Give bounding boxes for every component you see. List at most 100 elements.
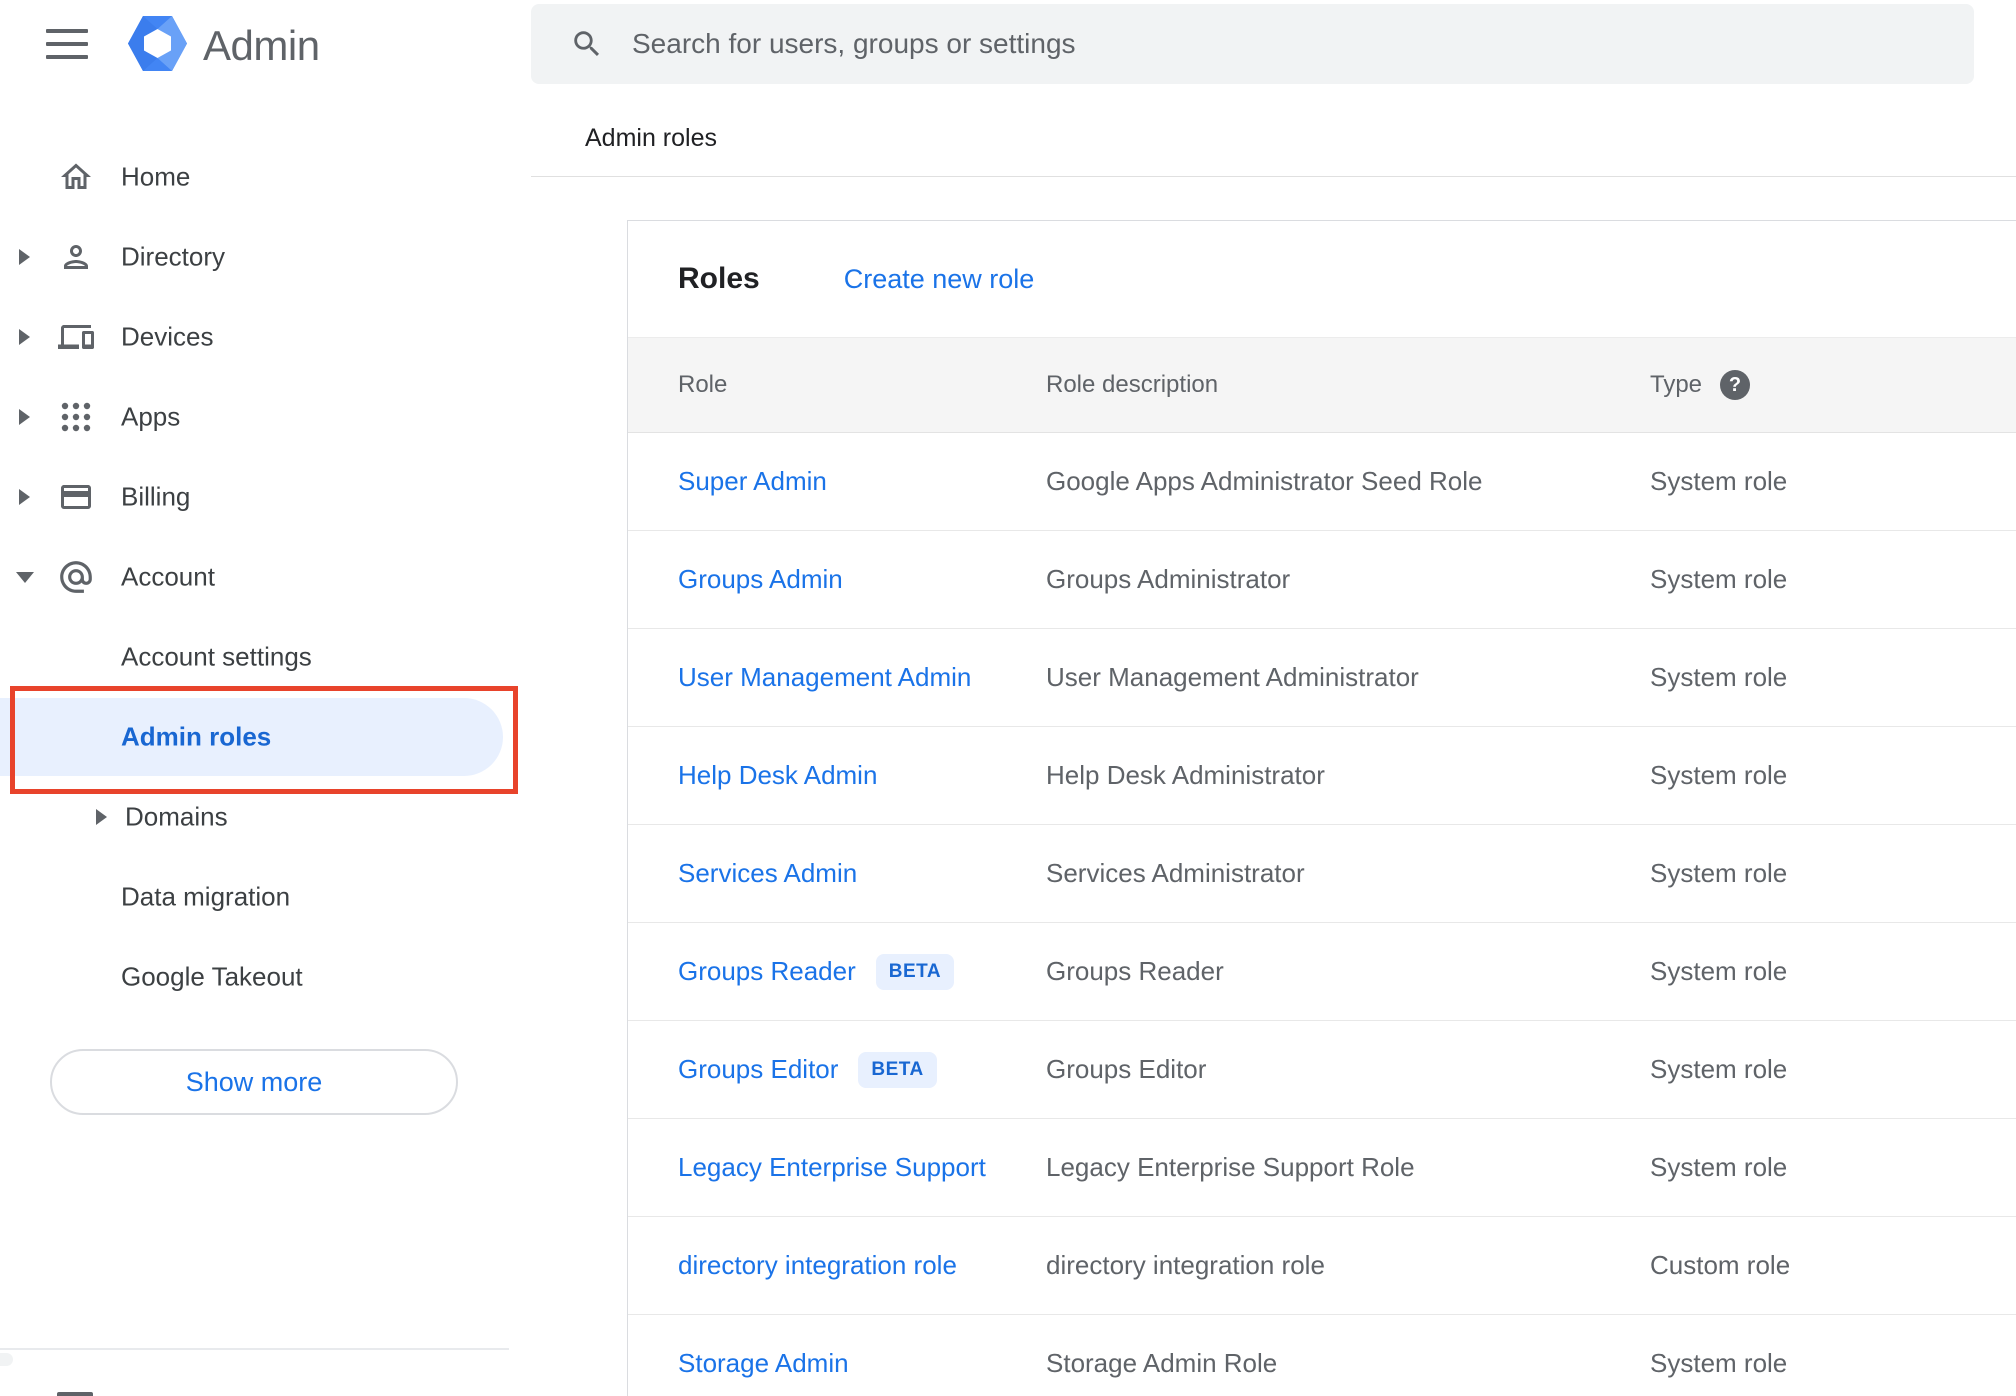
help-icon[interactable]: ? <box>1720 370 1751 400</box>
role-link[interactable]: User Management Admin <box>678 662 971 693</box>
create-new-role-link[interactable]: Create new role <box>844 264 1035 295</box>
role-type: System role <box>1650 858 1788 888</box>
sidebar-item-account-settings[interactable]: Account settings <box>0 617 531 697</box>
sidebar-item-data-migration[interactable]: Data migration <box>0 857 531 937</box>
product-name: Admin <box>203 22 320 69</box>
role-link[interactable]: Super Admin <box>678 466 827 497</box>
role-description: Groups Editor <box>1046 1054 1207 1084</box>
role-description: Legacy Enterprise Support Role <box>1046 1152 1415 1182</box>
beta-badge: BETA <box>875 953 955 990</box>
expand-arrow-icon[interactable] <box>19 409 30 425</box>
admin-logo[interactable]: Admin <box>128 16 320 76</box>
search-icon <box>570 27 604 61</box>
role-description: Services Administrator <box>1046 858 1305 888</box>
breadcrumb: Admin roles <box>585 124 717 152</box>
show-more-button[interactable]: Show more <box>50 1049 458 1115</box>
role-type: System role <box>1650 1054 1788 1084</box>
sidebar-item-label: Google Takeout <box>121 961 303 992</box>
role-link[interactable]: Groups Reader <box>678 956 856 987</box>
at-sign-icon <box>57 558 95 596</box>
sidebar-header: Admin <box>0 0 531 92</box>
role-description: Google Apps Administrator Seed Role <box>1046 466 1483 496</box>
sidebar-item-apps[interactable]: Apps <box>0 377 531 457</box>
roles-card-header: Roles Create new role <box>628 221 2016 337</box>
sidebar-item-label: Admin roles <box>121 721 272 752</box>
admin-console-page: Admin Home Directory Devices Apps Billin… <box>0 0 2016 1396</box>
sidebar-item-google-takeout[interactable]: Google Takeout <box>0 937 531 1017</box>
table-row: Legacy Enterprise Support Legacy Enterpr… <box>628 1119 2016 1217</box>
role-type: System role <box>1650 1348 1788 1378</box>
sidebar-item-label: Home <box>121 161 191 192</box>
table-row: Help Desk Admin Help Desk Administrator … <box>628 727 2016 825</box>
table-row: directory integration role directory int… <box>628 1217 2016 1315</box>
sidebar-item-label: Account <box>121 561 215 592</box>
apps-grid-icon <box>57 398 95 436</box>
role-type: System role <box>1650 662 1788 692</box>
roles-card: Roles Create new role Role Role descript… <box>627 220 2016 1396</box>
table-row: Groups Editor BETA Groups Editor System … <box>628 1021 2016 1119</box>
sidebar-scroll-fragment <box>0 1353 13 1366</box>
role-description: directory integration role <box>1046 1250 1325 1280</box>
sidebar-item-label: Apps <box>121 401 181 432</box>
sidebar-item-label: Devices <box>121 321 214 352</box>
hamburger-menu-button[interactable] <box>46 29 88 59</box>
search-input[interactable] <box>632 14 1974 74</box>
devices-icon <box>57 318 95 356</box>
role-link[interactable]: directory integration role <box>678 1250 957 1281</box>
sidebar-item-label: Account settings <box>121 641 312 672</box>
admin-hexagon-icon <box>128 16 187 76</box>
credit-card-icon <box>57 478 95 516</box>
role-link[interactable]: Storage Admin <box>678 1348 849 1379</box>
collapse-arrow-icon[interactable] <box>16 572 34 583</box>
expand-arrow-icon[interactable] <box>19 249 30 265</box>
column-header-type: Type <box>1650 371 1703 398</box>
sidebar-item-directory[interactable]: Directory <box>0 217 531 297</box>
person-icon <box>57 238 95 276</box>
role-link[interactable]: Services Admin <box>678 858 857 889</box>
sidebar-nav: Home Directory Devices Apps Billing Acco… <box>0 137 531 1017</box>
role-type: System role <box>1650 760 1788 790</box>
role-link[interactable]: Groups Admin <box>678 564 843 595</box>
sidebar-item-domains[interactable]: Domains <box>0 777 531 857</box>
sidebar-item-billing[interactable]: Billing <box>0 457 531 537</box>
table-row: User Management Admin User Management Ad… <box>628 629 2016 727</box>
table-row: Groups Admin Groups Administrator System… <box>628 531 2016 629</box>
sidebar-item-account[interactable]: Account <box>0 537 531 617</box>
role-description: Help Desk Administrator <box>1046 760 1325 790</box>
clipped-bottom-icon <box>57 1392 93 1396</box>
column-header-description: Role description <box>1046 371 1219 398</box>
sidebar-item-home[interactable]: Home <box>0 137 531 217</box>
search-bar[interactable] <box>531 4 1974 84</box>
expand-arrow-icon[interactable] <box>96 809 107 825</box>
sidebar-item-devices[interactable]: Devices <box>0 297 531 377</box>
table-row: Services Admin Services Administrator Sy… <box>628 825 2016 923</box>
role-type: System role <box>1650 956 1788 986</box>
home-icon <box>57 158 95 196</box>
role-description: Storage Admin Role <box>1046 1348 1278 1378</box>
role-type: Custom role <box>1650 1250 1791 1280</box>
role-link[interactable]: Groups Editor <box>678 1054 838 1085</box>
table-row: Super Admin Google Apps Administrator Se… <box>628 433 2016 531</box>
expand-arrow-icon[interactable] <box>19 329 30 345</box>
sidebar-item-label: Domains <box>125 801 228 832</box>
table-header-row: Role Role description Type ? <box>628 337 2016 433</box>
role-type: System role <box>1650 466 1788 496</box>
role-description: Groups Administrator <box>1046 564 1291 594</box>
table-row: Storage Admin Storage Admin Role System … <box>628 1315 2016 1396</box>
table-body: Super Admin Google Apps Administrator Se… <box>628 433 2016 1396</box>
sidebar-item-label: Directory <box>121 241 226 272</box>
role-link[interactable]: Help Desk Admin <box>678 760 877 791</box>
role-description: Groups Reader <box>1046 956 1224 986</box>
expand-arrow-icon[interactable] <box>19 489 30 505</box>
sidebar-item-label: Billing <box>121 481 191 512</box>
breadcrumb-divider <box>531 176 2016 177</box>
sidebar-item-admin-roles[interactable]: Admin roles <box>0 697 531 777</box>
role-description: User Management Administrator <box>1046 662 1419 692</box>
sidebar: Admin Home Directory Devices Apps Billin… <box>0 0 531 1396</box>
sidebar-divider <box>0 1348 509 1350</box>
column-header-role: Role <box>678 371 728 398</box>
roles-title: Roles <box>678 262 760 295</box>
role-type: System role <box>1650 564 1788 594</box>
role-type: System role <box>1650 1152 1788 1182</box>
role-link[interactable]: Legacy Enterprise Support <box>678 1152 986 1183</box>
